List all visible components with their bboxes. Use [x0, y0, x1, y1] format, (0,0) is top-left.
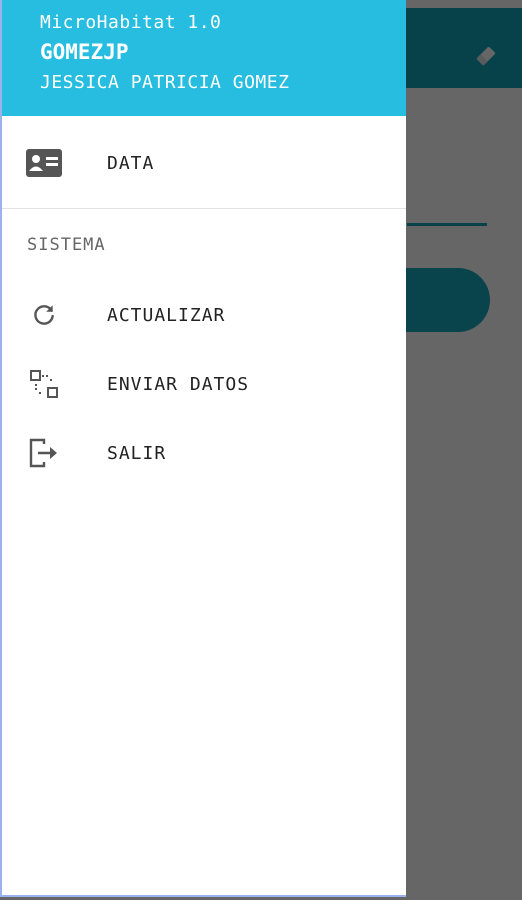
menu-item-data[interactable]: DATA [2, 133, 406, 193]
menu-item-actualizar[interactable]: ACTUALIZAR [2, 285, 406, 345]
watermark: free for personal use [2, 865, 231, 890]
menu-item-salir[interactable]: SALIR [2, 423, 406, 483]
menu-item-enviar-datos[interactable]: ENVIAR DATOS [2, 354, 406, 414]
refresh-icon [26, 297, 62, 333]
id-card-icon [26, 145, 62, 181]
menu-item-enviar-datos-label: ENVIAR DATOS [107, 373, 250, 395]
app-version: MicroHabitat 1.0 [40, 12, 222, 33]
section-title-sistema: SISTEMA [27, 235, 106, 255]
drawer-header: MicroHabitat 1.0 GOMEZJP JESSICA PATRICI… [2, 0, 406, 116]
send-data-icon [26, 366, 62, 402]
menu-item-data-label: DATA [107, 152, 155, 174]
user-full-name: JESSICA PATRICIA GOMEZ [40, 72, 290, 93]
menu-item-actualizar-label: ACTUALIZAR [107, 304, 226, 326]
username: GOMEZJP [40, 40, 129, 64]
navigation-drawer: MicroHabitat 1.0 GOMEZJP JESSICA PATRICI… [0, 0, 406, 897]
menu-divider [2, 208, 406, 209]
logout-icon [26, 435, 62, 471]
menu-item-salir-label: SALIR [107, 442, 167, 464]
